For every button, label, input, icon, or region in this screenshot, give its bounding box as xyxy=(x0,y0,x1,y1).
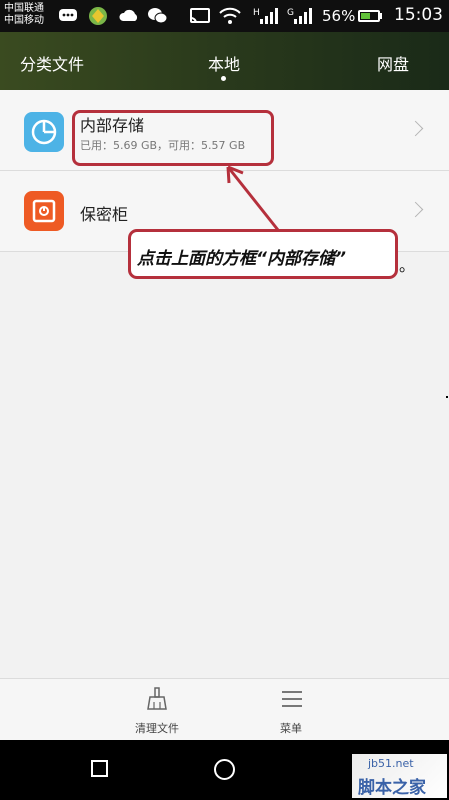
watermark-name: 脚本之家 xyxy=(358,778,426,798)
annotation-tail: 。 xyxy=(399,256,416,275)
signal-icon xyxy=(258,7,278,30)
clean-files-button[interactable]: 清理文件 xyxy=(112,679,202,741)
navigation-bar: jb51.net 脚本之家 xyxy=(0,740,449,800)
weather-icon xyxy=(118,7,140,30)
status-bar: 中国联通 中国移动 H G 56% 15:03 xyxy=(0,0,449,32)
wifi-icon xyxy=(219,7,241,30)
carrier-secondary: 中国移动 xyxy=(4,15,44,26)
wechat-icon xyxy=(147,6,169,31)
tab-cloud[interactable]: 网盘 xyxy=(377,51,409,75)
highlight-box xyxy=(72,110,274,166)
signal-icon xyxy=(292,7,312,30)
clean-files-label: 清理文件 xyxy=(135,722,179,735)
battery-icon xyxy=(358,10,380,22)
menu-label: 菜单 xyxy=(280,722,302,735)
status-clock: 15:03 xyxy=(394,5,443,25)
menu-icon xyxy=(281,689,303,713)
chevron-right-icon xyxy=(407,201,424,218)
tab-local[interactable]: 本地 xyxy=(208,51,240,75)
stray-dot xyxy=(446,396,448,398)
battery-tip xyxy=(380,13,382,19)
carrier-labels: 中国联通 中国移动 xyxy=(4,3,44,27)
pie-chart-icon xyxy=(24,112,64,152)
list-item-title: 保密柜 xyxy=(80,205,129,224)
app-icon xyxy=(88,6,108,31)
battery-level xyxy=(361,13,370,19)
chevron-right-icon xyxy=(407,120,424,137)
recent-apps-icon[interactable] xyxy=(91,760,108,777)
battery-percent: 56% xyxy=(322,7,356,25)
safe-icon xyxy=(24,191,64,231)
watermark-url: jb51.net xyxy=(368,757,414,770)
bottom-action-bar: 清理文件 菜单 xyxy=(0,678,449,741)
annotation-text: 点击上面的方框“内部存储” xyxy=(137,249,346,269)
cast-icon xyxy=(189,7,211,30)
carrier-primary: 中国联通 xyxy=(4,3,44,14)
watermark: jb51.net 脚本之家 xyxy=(352,754,447,798)
menu-button[interactable]: 菜单 xyxy=(246,679,336,741)
message-icon xyxy=(58,7,78,30)
broom-icon xyxy=(146,687,168,715)
header-tabs: 分类文件 本地 网盘 xyxy=(0,32,449,90)
annotation-callout: 点击上面的方框“内部存储” xyxy=(128,229,398,279)
tab-categories[interactable]: 分类文件 xyxy=(20,51,84,75)
active-tab-indicator xyxy=(221,76,226,81)
home-icon[interactable] xyxy=(214,759,235,780)
